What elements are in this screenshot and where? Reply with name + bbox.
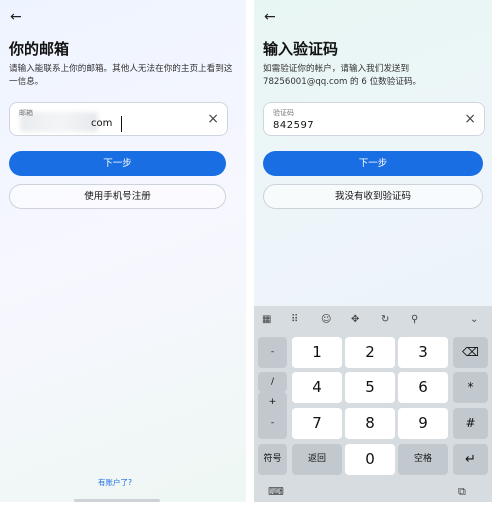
phone-signup-button[interactable]: 使用手机号注册	[9, 184, 226, 209]
back-arrow-icon[interactable]: ←	[264, 10, 276, 24]
backspace-icon[interactable]: ⌫	[453, 337, 488, 368]
clipboard-icon[interactable]: ⧉	[458, 485, 466, 499]
numeric-keyboard: ▦ ⠿ ☺ ✥ ↻ ⚲ ⌄ - / + - 符号 1 2 3 4 5 6 7 8…	[254, 306, 492, 502]
key-8[interactable]: 8	[345, 408, 395, 439]
page-description: 请输入能联系上你的邮箱。其他人无法在你的主页上看到这一信息。	[9, 64, 233, 87]
no-code-received-button[interactable]: 我没有收到验证码	[263, 184, 483, 209]
email-field-value: com	[91, 118, 113, 129]
key-3[interactable]: 3	[398, 337, 448, 368]
back-arrow-icon[interactable]: ←	[10, 10, 22, 24]
keyboard-toolbar: ▦ ⠿ ☺ ✥ ↻ ⚲ ⌄	[254, 306, 492, 334]
home-indicator	[74, 499, 160, 502]
verification-code-field[interactable]: 验证码 842597 ×	[263, 102, 485, 136]
key-4[interactable]: 4	[292, 372, 342, 403]
key-asterisk[interactable]: *	[453, 372, 488, 403]
clipboard-icon[interactable]: ↻	[381, 314, 389, 326]
grid-icon[interactable]: ▦	[262, 314, 271, 326]
key-7[interactable]: 7	[292, 408, 342, 439]
code-field-value: 842597	[273, 120, 315, 131]
clear-icon[interactable]: ×	[464, 110, 476, 128]
keyboard-bottom-bar: ⌨ ⧉	[254, 481, 492, 502]
email-field[interactable]: 邮箱 com ×	[9, 102, 228, 136]
email-field-label: 邮箱	[19, 109, 33, 117]
verification-screen: ← 输入验证码 如需验证你的帐户，请输入我们发送到 78256001@qq.co…	[254, 0, 492, 502]
key-2[interactable]: 2	[345, 337, 395, 368]
emoji-icon[interactable]: ☺	[321, 314, 331, 326]
collapse-keyboard-icon[interactable]: ⌄	[470, 314, 478, 326]
email-screen: ← 你的邮箱 请输入能联系上你的邮箱。其他人无法在你的主页上看到这一信息。 邮箱…	[0, 0, 246, 502]
keyboard-layout-icon[interactable]: ⠿	[291, 314, 298, 326]
next-button[interactable]: 下一步	[263, 151, 483, 176]
key-minus[interactable]: -	[258, 337, 287, 368]
next-button[interactable]: 下一步	[9, 151, 226, 176]
page-title: 你的邮箱	[9, 40, 70, 58]
key-6[interactable]: 6	[398, 372, 448, 403]
key-5[interactable]: 5	[345, 372, 395, 403]
page-description: 如需验证你的帐户，请输入我们发送到 78256001@qq.com 的 6 位数…	[263, 64, 422, 87]
cursor-move-icon[interactable]: ✥	[351, 314, 359, 326]
text-caret	[121, 116, 122, 132]
key-back[interactable]: 返回	[292, 444, 342, 475]
code-field-label: 验证码	[273, 109, 294, 117]
key-9[interactable]: 9	[398, 408, 448, 439]
page-title: 输入验证码	[263, 40, 339, 58]
enter-icon[interactable]: ↵	[453, 444, 488, 475]
key-space[interactable]: 空格	[398, 444, 448, 475]
clear-icon[interactable]: ×	[207, 110, 219, 128]
have-account-link[interactable]: 有账户了?	[98, 477, 132, 488]
key-0[interactable]: 0	[345, 444, 395, 475]
key-dash[interactable]: -	[258, 408, 287, 439]
key-slash[interactable]: /	[258, 372, 287, 392]
key-1[interactable]: 1	[292, 337, 342, 368]
keyboard-switch-icon[interactable]: ⌨	[268, 485, 284, 498]
search-icon[interactable]: ⚲	[411, 314, 418, 326]
key-hash[interactable]: #	[453, 408, 488, 439]
key-symbols[interactable]: 符号	[258, 444, 287, 475]
